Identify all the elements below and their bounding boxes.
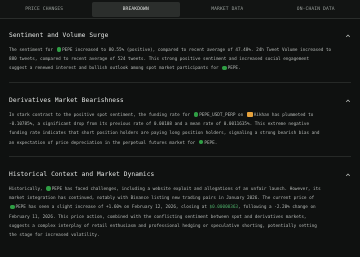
section-divider [9,156,351,157]
text-line: -0.10785%, a significant drop from its p… [9,122,310,128]
text-line: an expectation of price depreciation in … [9,139,218,146]
section-body: Historically, PEPE has faced challenges,… [9,185,351,240]
section-body: In stark contrast to the positive spot s… [9,111,351,148]
tab-market-data[interactable]: MARKET DATA [183,0,272,19]
pepe-coin-icon [10,204,15,209]
section-divider [9,82,351,83]
exchange-icon [246,112,253,117]
breakdown-panel: Sentiment and Volume Surge The sentiment… [0,19,360,257]
text-line: funding rate indicates that short positi… [9,131,320,137]
section-title: Historical Context and Market Dynamics [9,171,155,178]
section-historical: Historical Context and Market Dynamics H… [9,170,351,240]
text-line: Historically, PEPE has faced challenges,… [9,186,321,192]
pepe-coin-icon [198,139,204,145]
text-line: suggests a complex interplay of retail e… [9,223,317,229]
section-sentiment-volume: Sentiment and Volume Surge The sentiment… [9,31,351,74]
pepe-coin-icon [56,47,62,52]
text-line: PEPE has seen a slight increase of +1.60… [9,203,351,212]
text-line: The sentiment for PEPE increased to 80.5… [9,47,332,53]
tab-breakdown[interactable]: BREAKDOWN [91,2,180,17]
section-header[interactable]: Sentiment and Volume Surge [9,31,351,40]
tab-price-changes[interactable]: PRICE CHANGES [0,0,89,19]
text-line: market integration has continued, notabl… [9,196,315,202]
pepe-coin-icon [222,65,227,70]
pepe-coin-icon [193,112,199,117]
section-body: The sentiment for PEPE increased to 80.5… [9,46,351,74]
chevron-up-icon[interactable] [345,98,351,104]
price-value: $0.00000363 [209,205,239,211]
pepe-coin-icon [46,186,51,191]
text-line: In stark contrast to the positive spot s… [9,112,314,118]
section-header[interactable]: Historical Context and Market Dynamics [9,170,351,179]
text-line: the stage for increased volatility. [9,233,100,239]
tab-bar: PRICE CHANGES BREAKDOWN MARKET DATA ON-C… [0,0,360,19]
text-line: February 11, 2026. This price action, co… [9,214,307,220]
chevron-up-icon[interactable] [345,33,351,39]
section-title: Sentiment and Volume Surge [9,32,109,39]
section-derivatives: Derivatives Market Bearishness In stark … [9,96,351,148]
chevron-up-icon[interactable] [345,172,351,178]
section-header[interactable]: Derivatives Market Bearishness [9,96,351,105]
section-title: Derivatives Market Bearishness [9,97,124,104]
text-line: 880 tweets, compared to recent average o… [9,57,310,63]
tab-on-chain-data[interactable]: ON-CHAIN DATA [272,0,360,19]
text-line: suggest a renewed interest and bullish o… [9,65,241,72]
